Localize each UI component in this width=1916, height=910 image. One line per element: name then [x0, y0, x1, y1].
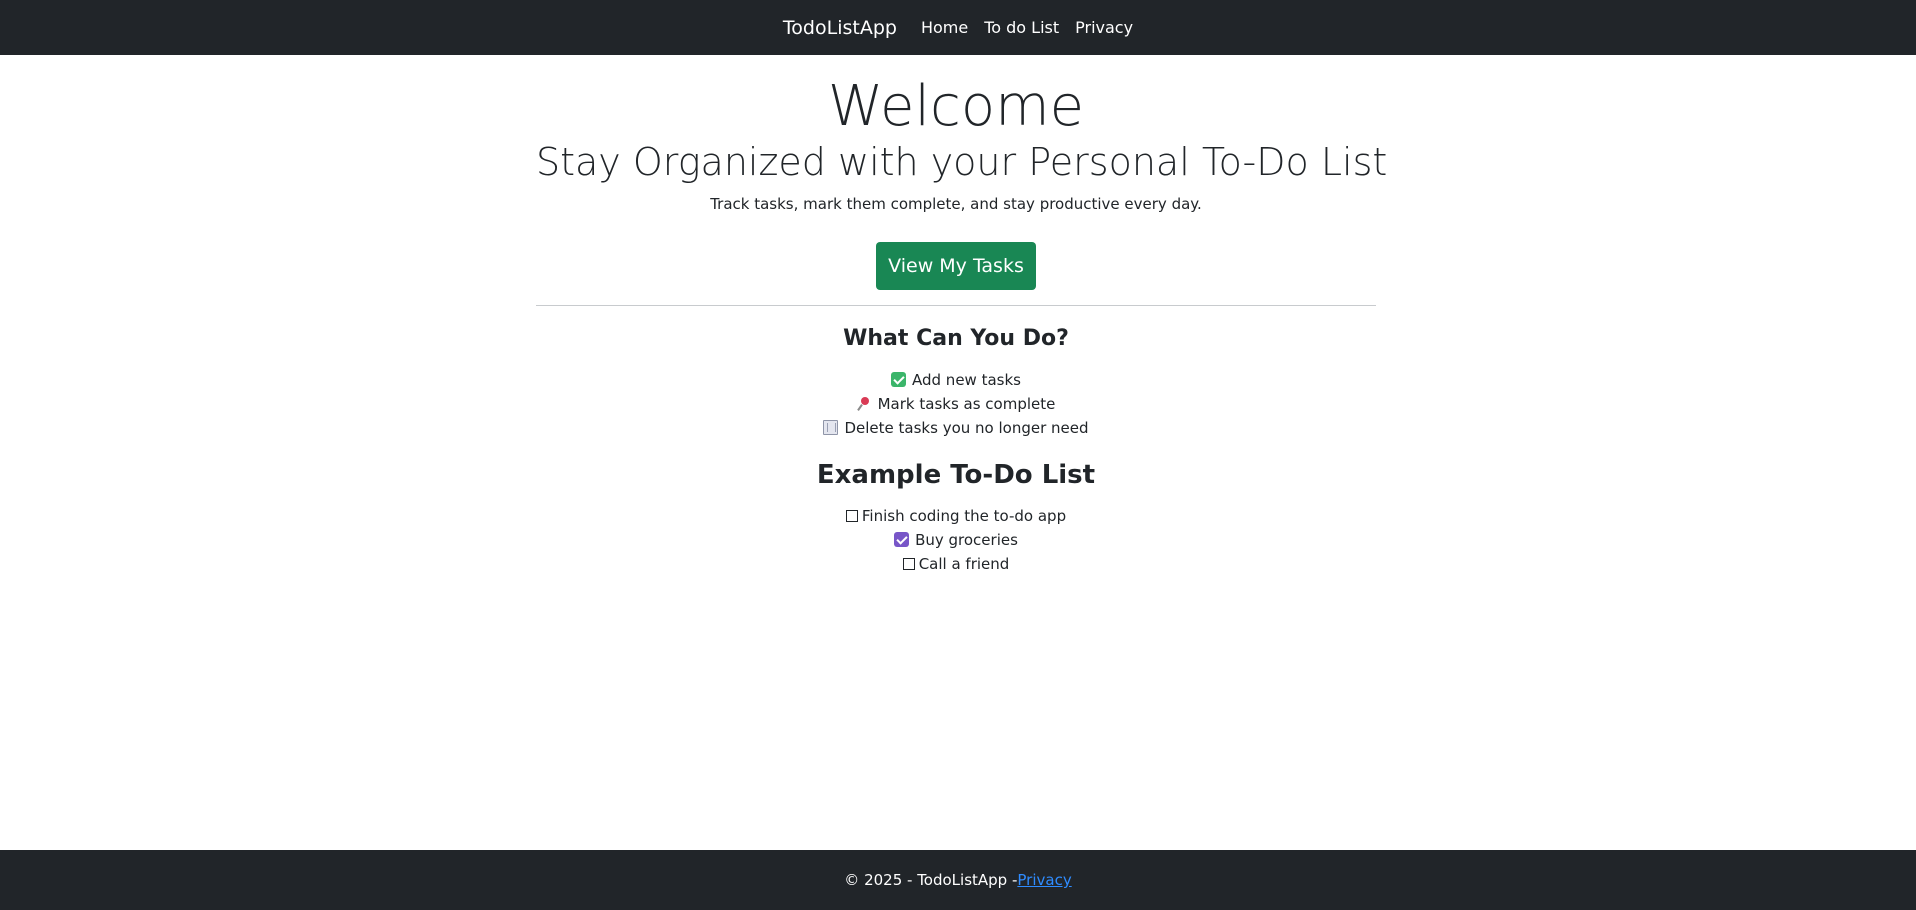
navbar-brand[interactable]: TodoListApp	[783, 17, 897, 39]
nav-link-home[interactable]: Home	[921, 18, 968, 37]
view-my-tasks-button[interactable]: View My Tasks	[876, 242, 1036, 290]
example-heading: Example To-Do List	[816, 460, 1096, 490]
top-navbar: TodoListApp Home To do List Privacy	[0, 0, 1916, 55]
checked-checkbox-icon	[894, 532, 910, 547]
navbar-inner: TodoListApp Home To do List Privacy	[783, 17, 1133, 39]
empty-checkbox-icon	[902, 558, 915, 570]
check-mark-button-icon	[891, 372, 906, 387]
list-item: Mark tasks as complete	[536, 392, 1376, 416]
example-todo-list: Finish coding the to-do app Buy grocerie…	[536, 504, 1376, 576]
nav-link-todo-list[interactable]: To do List	[984, 18, 1059, 37]
tagline: Track tasks, mark them complete, and sta…	[710, 195, 1202, 213]
feature-list: Add new tasks Mark tasks as complete Del…	[536, 368, 1376, 440]
footer-copyright: © 2025 - TodoListApp -	[844, 871, 1018, 889]
main-content: Welcome Stay Organized with your Persona…	[536, 55, 1388, 576]
footer: © 2025 - TodoListApp - Privacy	[0, 850, 1916, 910]
section-divider	[536, 305, 1376, 306]
pushpin-icon	[857, 396, 872, 411]
feature-label: Add new tasks	[912, 371, 1021, 389]
footer-privacy-link[interactable]: Privacy	[1017, 871, 1071, 889]
list-item: Finish coding the to-do app	[536, 504, 1376, 528]
feature-label: Mark tasks as complete	[877, 395, 1056, 413]
page-subtitle: Stay Organized with your Personal To-Do …	[536, 140, 1388, 184]
list-item: Delete tasks you no longer need	[536, 416, 1376, 440]
list-item: Buy groceries	[536, 528, 1376, 552]
empty-checkbox-icon	[845, 510, 858, 522]
features-heading: What Can You Do?	[843, 326, 1069, 351]
wastebasket-icon	[823, 420, 839, 435]
todo-label: Buy groceries	[915, 531, 1018, 549]
page: TodoListApp Home To do List Privacy Welc…	[0, 0, 1916, 910]
feature-label: Delete tasks you no longer need	[844, 419, 1089, 437]
todo-label: Finish coding the to-do app	[861, 507, 1067, 525]
todo-label: Call a friend	[918, 555, 1010, 573]
list-item: Add new tasks	[536, 368, 1376, 392]
page-title: Welcome	[827, 74, 1085, 139]
list-item: Call a friend	[536, 552, 1376, 576]
nav-link-privacy[interactable]: Privacy	[1075, 18, 1133, 37]
